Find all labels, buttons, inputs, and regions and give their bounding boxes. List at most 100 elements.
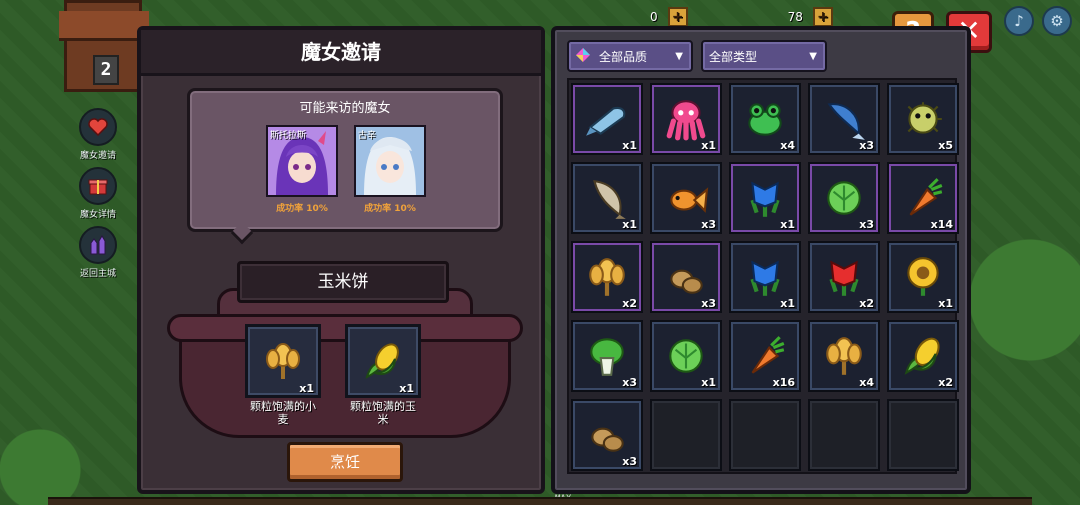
inventory-slot[interactable]: x16	[729, 320, 801, 392]
inventory-slot[interactable]: x1	[887, 241, 959, 313]
inventory-slot[interactable]: x2	[808, 241, 880, 313]
empty-inventory-slot[interactable]	[729, 399, 801, 471]
blue-flower-icon	[750, 181, 780, 217]
ingredient-name: 颗粒饱满的玉米	[350, 400, 416, 426]
sound-icon[interactable]: ♪	[1004, 6, 1034, 36]
resource-count: 78	[787, 10, 803, 24]
inventory-grid-area: x1 x1 x4 x3 x5 x1 x3 x1 x3 x14 x2 x3 x1 x2 x1 x3 x1 x16 x4…	[567, 78, 959, 474]
inventory-slot[interactable]: x1	[729, 241, 801, 313]
chevron-down-icon: ▼	[809, 50, 817, 62]
bottom-progress-bar	[48, 497, 1032, 505]
item-qty: x1	[780, 218, 795, 231]
type-filter-dropdown[interactable]: 全部类型 ▼	[701, 40, 827, 72]
item-qty: x1	[701, 139, 716, 152]
item-qty: x3	[622, 376, 637, 389]
item-qty: x2	[859, 297, 874, 310]
add-resource-button[interactable]: +	[812, 7, 833, 27]
heart-icon	[79, 108, 117, 146]
witch-entry[interactable]: 古辛 成功率 10%	[354, 125, 426, 214]
item-qty: x5	[938, 139, 953, 152]
quality-filter-label: 全部品质	[599, 49, 648, 64]
side-nav: 魔女邀请 魔女详情 返回主城	[74, 108, 122, 279]
inventory-slot[interactable]: x4	[729, 83, 801, 155]
ingredient-frame: x1	[245, 324, 321, 398]
inventory-slot[interactable]: x14	[887, 162, 959, 234]
card-title: 可能来访的魔女	[299, 101, 391, 116]
item-qty: x1	[622, 139, 637, 152]
nav-return-city-button[interactable]: 返回主城	[79, 226, 117, 279]
wheat-icon	[589, 258, 625, 296]
house-building: 2	[59, 0, 149, 92]
ingredient-list: x1 颗粒饱满的小麦 x1 颗粒饱满的玉米	[245, 324, 421, 426]
witch-name: 斯托拉斯	[270, 131, 307, 141]
item-qty: x3	[859, 139, 874, 152]
type-filter-label: 全部类型	[709, 49, 758, 64]
item-qty: x2	[938, 376, 953, 389]
dolphin-fish-icon	[827, 103, 865, 140]
witch-entry[interactable]: 斯托拉斯 成功率 10%	[266, 125, 338, 214]
catfish-icon	[593, 180, 626, 219]
nav-label: 魔女邀请	[79, 151, 116, 161]
nav-witch-details-button[interactable]: 魔女详情	[79, 167, 117, 220]
inventory-slot[interactable]: x2	[887, 320, 959, 392]
inventory-slot[interactable]: x2	[571, 241, 643, 313]
item-qty: x1	[938, 297, 953, 310]
inventory-slot[interactable]: x1	[650, 83, 722, 155]
item-qty: x1	[780, 297, 795, 310]
item-qty: x14	[930, 218, 953, 231]
ingredient-frame: x1	[345, 324, 421, 398]
item-qty: x4	[780, 139, 795, 152]
item-qty: x1	[622, 218, 637, 231]
inventory-slot[interactable]: x3	[808, 162, 880, 234]
witch-portrait: 斯托拉斯	[266, 125, 338, 197]
gem-icon	[575, 47, 591, 66]
item-qty: x3	[701, 218, 716, 231]
inventory-panel: 全部品质 ▼ 全部类型 ▼ x1 x1 x4 x3 x5 x1 x3 x1 x3 x14 x2 x3 x…	[551, 26, 971, 494]
item-qty: x3	[622, 455, 637, 468]
empty-inventory-slot[interactable]	[808, 399, 880, 471]
bok-choy-icon	[590, 338, 624, 376]
resource-count: 0	[650, 10, 658, 24]
corn-icon	[904, 337, 940, 375]
inventory-slot[interactable]: x5	[887, 83, 959, 155]
empty-inventory-slot[interactable]	[650, 399, 722, 471]
chevron-down-icon: ▼	[675, 50, 683, 62]
nav-witch-invite-button[interactable]: 魔女邀请	[79, 108, 117, 161]
filter-bar: 全部品质 ▼ 全部类型 ▼	[567, 40, 827, 72]
potato-icon	[670, 269, 703, 294]
witch-portrait: 古辛	[354, 125, 426, 197]
quality-filter-dropdown[interactable]: 全部品质 ▼	[567, 40, 693, 72]
inventory-slot[interactable]: x1	[571, 83, 643, 155]
inventory-slot[interactable]: x3	[571, 320, 643, 392]
item-qty: x2	[622, 297, 637, 310]
witch-success-rate: 成功率 10%	[276, 204, 328, 214]
inventory-slot[interactable]: x3	[571, 399, 643, 471]
nav-label: 返回主城	[79, 269, 116, 279]
inventory-grid: x1 x1 x4 x3 x5 x1 x3 x1 x3 x14 x2 x3 x1 x2 x1 x3 x1 x16 x4…	[571, 83, 959, 471]
possible-witches-card: 可能来访的魔女 斯托拉斯 成功率 10% 古辛 成功率 10%	[187, 88, 503, 245]
item-qty: x4	[859, 376, 874, 389]
inventory-slot[interactable]: x1	[729, 162, 801, 234]
cook-button[interactable]: 烹饪	[287, 442, 403, 482]
sunflower-icon	[907, 257, 939, 296]
ingredient-name: 颗粒饱满的小麦	[250, 400, 316, 426]
card-tail	[230, 221, 254, 245]
ingredient-qty: x1	[399, 382, 414, 395]
red-flower-icon	[829, 260, 859, 296]
ingredient-slot[interactable]: x1 颗粒饱满的小麦	[245, 324, 321, 426]
add-resource-button[interactable]: +	[667, 7, 688, 27]
inventory-slot[interactable]: x1	[571, 162, 643, 234]
inventory-slot[interactable]: x3	[650, 241, 722, 313]
gear-icon[interactable]: ⚙	[1042, 6, 1072, 36]
inventory-slot[interactable]: x4	[808, 320, 880, 392]
ingredient-slot[interactable]: x1 颗粒饱满的玉米	[345, 324, 421, 426]
item-qty: x16	[772, 376, 795, 389]
inventory-slot[interactable]: x3	[808, 83, 880, 155]
inventory-slot[interactable]: x3	[650, 162, 722, 234]
empty-inventory-slot[interactable]	[887, 399, 959, 471]
inventory-slot[interactable]: x1	[650, 320, 722, 392]
blue-flower-icon	[750, 260, 780, 296]
frog-icon	[748, 103, 782, 136]
wheat-icon	[826, 337, 862, 375]
blue-fish-icon	[586, 107, 626, 136]
